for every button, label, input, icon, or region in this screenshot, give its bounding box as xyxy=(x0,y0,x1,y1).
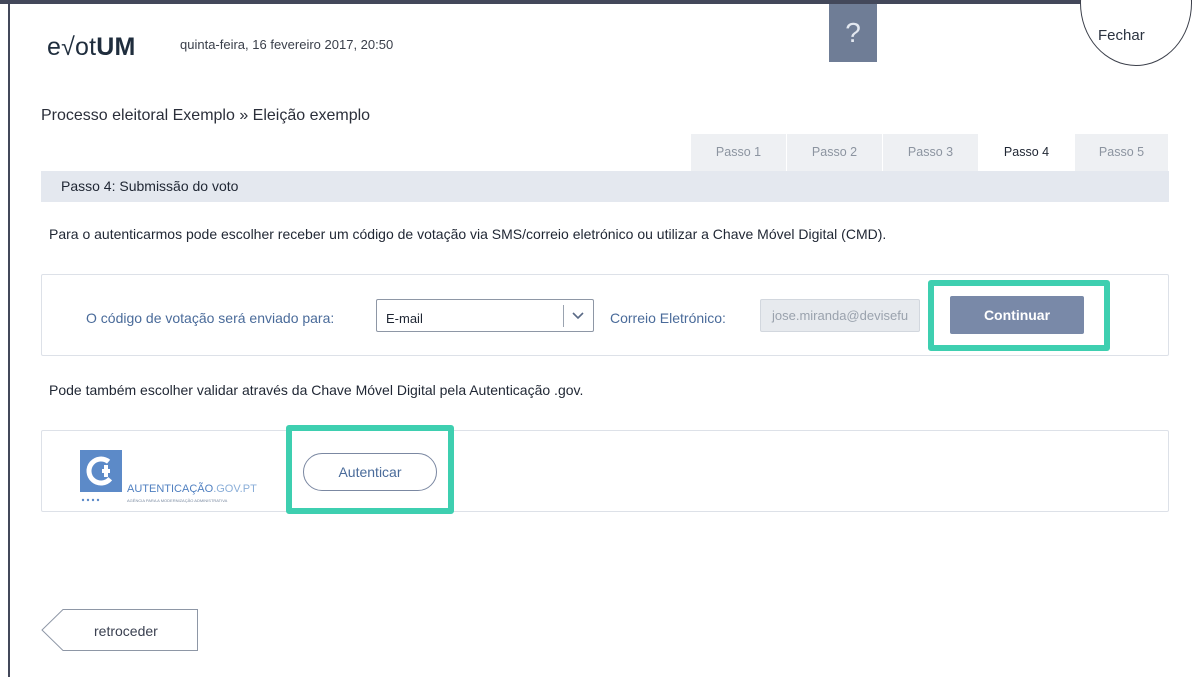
tab-passo-1[interactable]: Passo 1 xyxy=(691,134,787,171)
highlight-authenticate xyxy=(286,425,454,514)
close-button-label[interactable]: Fechar xyxy=(1098,27,1145,44)
tab-passo-2[interactable]: Passo 2 xyxy=(787,134,883,171)
select-divider xyxy=(563,305,564,327)
back-button-label[interactable]: retroceder xyxy=(94,623,158,639)
current-datetime: quinta-feira, 16 fevereiro 2017, 20:50 xyxy=(180,37,394,52)
email-label: Correio Eletrónico: xyxy=(610,310,726,326)
step-tabs: Passo 1 Passo 2 Passo 3 Passo 4 Passo 5 xyxy=(691,134,1168,171)
chevron-down-icon[interactable] xyxy=(569,306,587,324)
send-code-label: O código de votação será enviado para: xyxy=(86,310,335,326)
window-top-border xyxy=(0,0,1192,4)
delivery-method-value[interactable]: E-mail xyxy=(386,311,423,326)
tab-passo-3[interactable]: Passo 3 xyxy=(883,134,979,171)
alternative-auth-text: Pode também escolher validar através da … xyxy=(49,382,584,398)
highlight-continue xyxy=(928,280,1110,351)
page-breadcrumb: Processo eleitoral Exemplo » Eleição exe… xyxy=(41,107,371,124)
intro-text: Para o autenticarmos pode escolher receb… xyxy=(49,226,887,242)
step-header: Passo 4: Submissão do voto xyxy=(41,171,1169,202)
tab-passo-5[interactable]: Passo 5 xyxy=(1075,134,1168,171)
autenticacao-gov-logo: AUTENTICAÇÃO.GOV.PT AGÊNCIA PARA A MODER… xyxy=(80,450,257,503)
svg-text:AGÊNCIA PARA A MODERNIZAÇÃO AD: AGÊNCIA PARA A MODERNIZAÇÃO ADMINISTRATI… xyxy=(127,498,228,503)
svg-text:AUTENTICAÇÃO.GOV.PT: AUTENTICAÇÃO.GOV.PT xyxy=(127,482,257,495)
email-field[interactable]: jose.miranda@devisefu xyxy=(760,299,920,332)
evotum-logo[interactable]: e√otUM xyxy=(47,33,136,62)
tab-passo-4[interactable]: Passo 4 xyxy=(979,134,1075,171)
help-button[interactable]: ? xyxy=(829,4,877,62)
window-left-border xyxy=(8,0,10,677)
